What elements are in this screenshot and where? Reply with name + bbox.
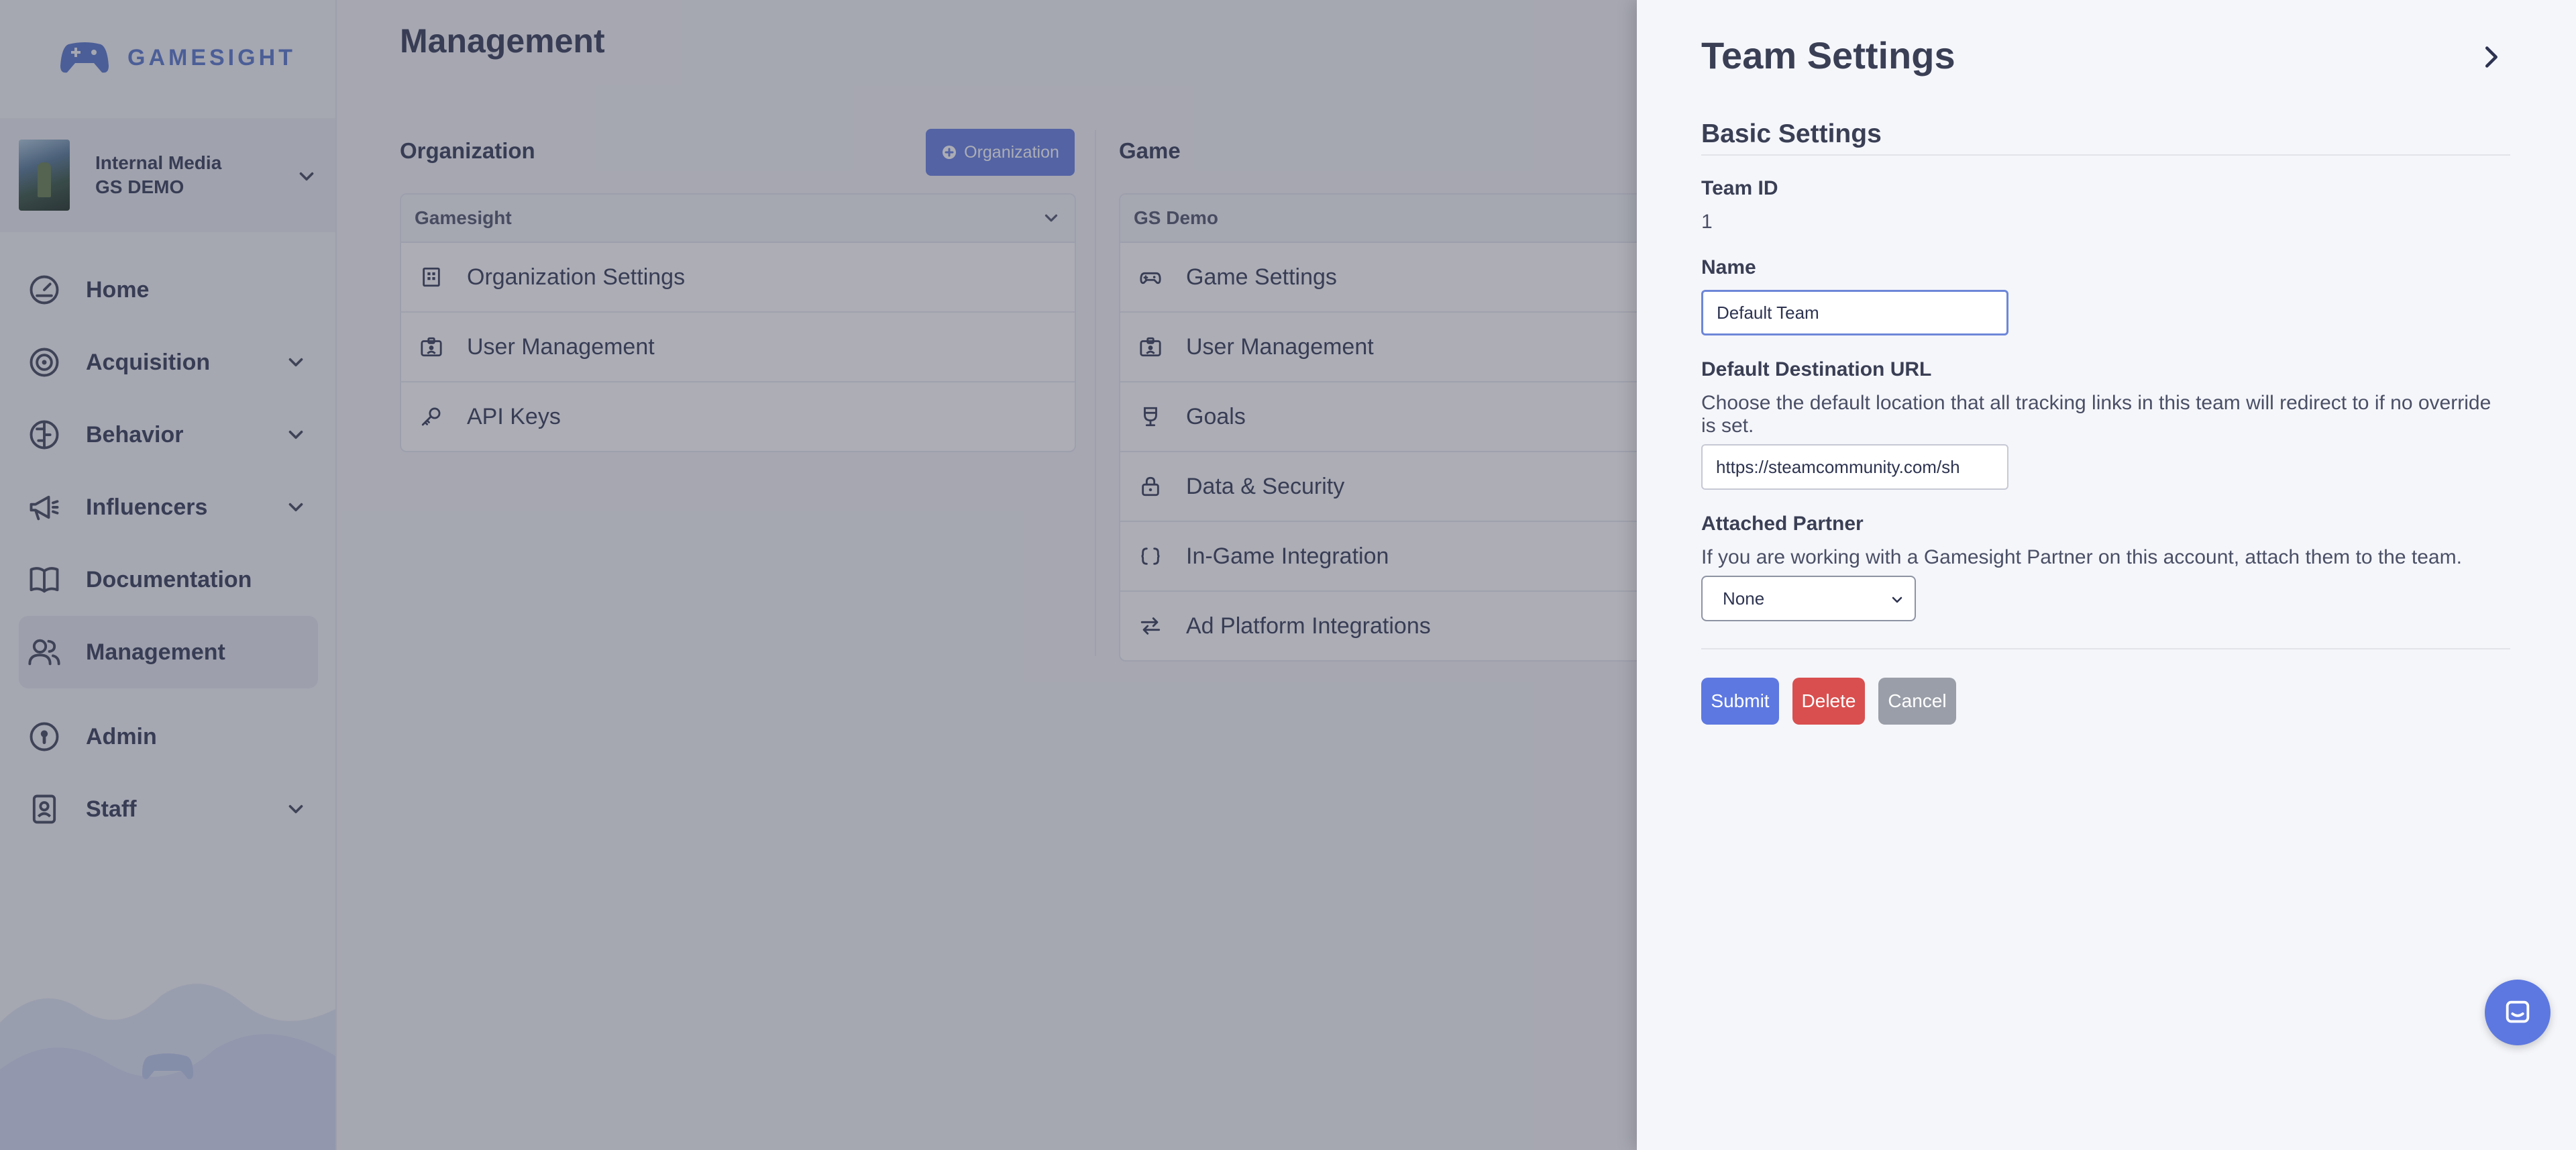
- basic-settings-heading: Basic Settings: [1701, 119, 1882, 148]
- cancel-button[interactable]: Cancel: [1878, 678, 1956, 725]
- section-divider: [1701, 154, 2510, 156]
- name-input[interactable]: Default Team: [1701, 290, 2008, 335]
- attached-partner-label: Attached Partner: [1701, 513, 1864, 535]
- chat-launcher-button[interactable]: [2485, 980, 2551, 1045]
- chevron-right-close-icon[interactable]: [2475, 42, 2506, 72]
- destination-url-help: Choose the default location that all tra…: [1701, 392, 2491, 437]
- modal-backdrop[interactable]: [0, 0, 1637, 1150]
- drawer-title: Team Settings: [1701, 34, 1955, 76]
- actions-divider: [1701, 648, 2510, 649]
- delete-button[interactable]: Delete: [1792, 678, 1865, 725]
- team-settings-drawer: Team Settings Basic Settings Team ID 1 N…: [1637, 0, 2576, 1150]
- team-id-label: Team ID: [1701, 177, 1778, 199]
- chevron-down-icon: [1892, 596, 1902, 603]
- chat-icon: [2506, 1000, 2530, 1023]
- attached-partner-value: None: [1723, 588, 1765, 609]
- team-id-value: 1: [1701, 211, 1713, 233]
- name-label: Name: [1701, 256, 1756, 278]
- attached-partner-select[interactable]: None: [1701, 576, 1916, 621]
- destination-url-input[interactable]: https://steamcommunity.com/sh: [1701, 444, 2008, 490]
- destination-url-label: Default Destination URL: [1701, 358, 1932, 380]
- attached-partner-help: If you are working with a Gamesight Part…: [1701, 546, 2462, 568]
- submit-button[interactable]: Submit: [1701, 678, 1779, 725]
